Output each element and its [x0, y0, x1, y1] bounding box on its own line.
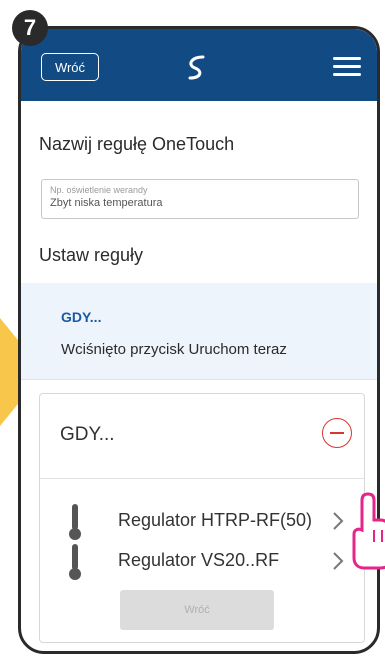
back-button-disabled[interactable]: Wróć	[120, 590, 274, 630]
condition-card: GDY... Regulator HTRP-RF(50) Regulator V…	[39, 393, 365, 643]
minus-circle-icon[interactable]	[322, 418, 352, 448]
trigger-description: Wciśnięto przycisk Uruchom teraz	[61, 341, 287, 358]
thermometer-icon	[69, 544, 81, 580]
pointing-hand-icon	[352, 492, 385, 570]
device-name: Regulator HTRP-RF(50)	[118, 510, 313, 530]
back-button[interactable]: Wróć	[41, 53, 99, 81]
divider	[40, 478, 364, 479]
app-header: Wróć	[21, 29, 377, 101]
device-row-htrp[interactable]: Regulator HTRP-RF(50)	[40, 500, 364, 544]
trigger-label: GDY...	[61, 309, 102, 325]
chevron-right-icon	[333, 552, 344, 570]
trigger-card[interactable]: GDY... Wciśnięto przycisk Uruchom teraz	[21, 283, 377, 380]
chevron-right-icon	[333, 512, 344, 530]
device-row-vs20[interactable]: Regulator VS20..RF	[40, 540, 364, 584]
set-rules-title: Ustaw reguły	[39, 245, 144, 265]
hamburger-menu-icon[interactable]	[333, 57, 361, 77]
rule-name-placeholder: Np. oświetlenie werandy	[50, 185, 148, 195]
step-number-badge: 7	[12, 10, 48, 46]
phone-frame: Wróć Nazwij regułę OneTouch Np. oświetle…	[18, 26, 380, 654]
rule-name-title: Nazwij regułę OneTouch	[39, 134, 235, 154]
rule-name-value: Zbyt niska temperatura	[50, 197, 163, 209]
salus-logo-icon[interactable]	[181, 51, 213, 83]
device-name: Regulator VS20..RF	[118, 550, 280, 570]
rule-name-input[interactable]: Np. oświetlenie werandy Zbyt niska tempe…	[41, 179, 359, 219]
condition-label: GDY...	[60, 424, 115, 445]
thermometer-icon	[69, 504, 81, 540]
